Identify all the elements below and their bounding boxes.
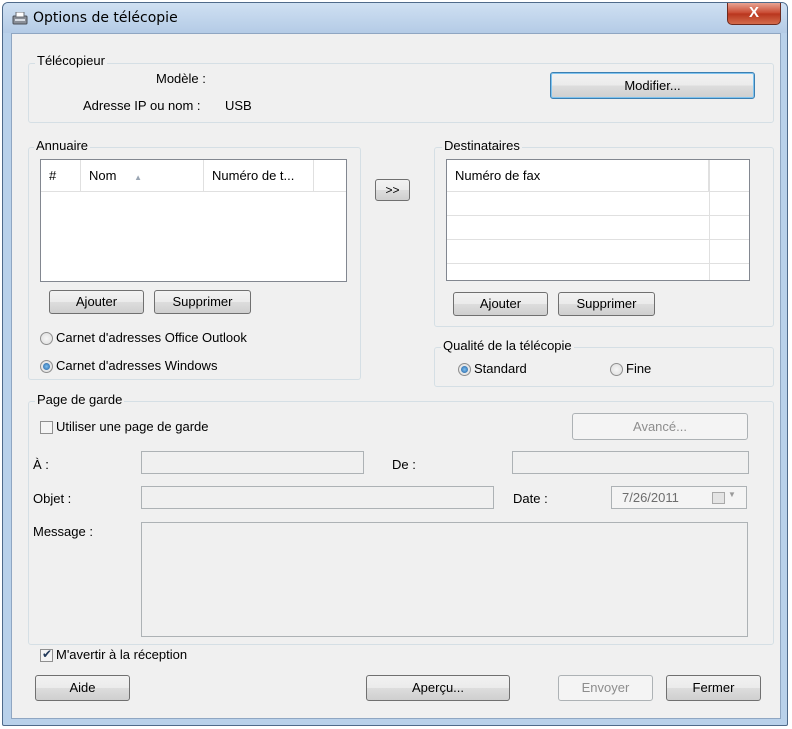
address-label: Adresse IP ou nom :: [83, 98, 201, 113]
row-line-2: [447, 215, 749, 216]
close-window-button[interactable]: X: [727, 3, 781, 25]
help-button[interactable]: Aide: [35, 675, 130, 701]
sort-ascending-icon: ▲: [134, 173, 142, 182]
radio-windows-label[interactable]: Carnet d'adresses Windows: [56, 358, 217, 373]
column-header-index[interactable]: #: [41, 160, 81, 191]
radio-fine-label[interactable]: Fine: [626, 361, 651, 376]
radio-windows-address-book[interactable]: [40, 360, 53, 373]
send-button[interactable]: Envoyer: [558, 675, 653, 701]
calendar-dropdown-icon[interactable]: [712, 492, 725, 504]
window-title: Options de télécopie: [33, 10, 178, 26]
address-book-list[interactable]: # Nom ▲ Numéro de t...: [40, 159, 347, 282]
column-divider: [709, 160, 710, 280]
address-value: USB: [225, 98, 252, 113]
subject-field[interactable]: [141, 486, 494, 509]
row-line-1: [447, 191, 749, 192]
telecopieur-legend: Télécopieur: [35, 53, 107, 68]
use-cover-page-checkbox[interactable]: [40, 421, 53, 434]
column-header-name[interactable]: Nom ▲: [81, 160, 204, 191]
quality-legend: Qualité de la télécopie: [441, 338, 574, 353]
radio-outlook-address-book[interactable]: [40, 332, 53, 345]
column-header-number[interactable]: Numéro de t...: [204, 160, 314, 191]
fax-options-window: Options de télécopie X Télécopieur Modèl…: [2, 2, 788, 726]
row-line-3: [447, 239, 749, 240]
radio-quality-fine[interactable]: [610, 363, 623, 376]
destinataires-legend: Destinataires: [442, 138, 522, 153]
dialog-body: Télécopieur Modèle : Adresse IP ou nom :…: [11, 33, 781, 719]
date-label: Date :: [513, 491, 548, 506]
notify-on-reception-label[interactable]: M'avertir à la réception: [56, 647, 187, 662]
column-header-name-label: Nom: [89, 168, 117, 183]
row-line-4: [447, 263, 749, 264]
radio-standard-label[interactable]: Standard: [474, 361, 527, 376]
radio-outlook-label[interactable]: Carnet d'adresses Office Outlook: [56, 330, 247, 345]
annuaire-legend: Annuaire: [34, 138, 91, 153]
close-icon: X: [748, 4, 759, 21]
message-label: Message :: [33, 524, 93, 539]
fax-icon: [12, 12, 28, 25]
from-label: De :: [392, 457, 416, 472]
to-label: À :: [33, 457, 49, 472]
message-field[interactable]: [141, 522, 748, 637]
model-label: Modèle :: [156, 71, 206, 86]
to-field[interactable]: [141, 451, 364, 474]
column-header-fax-number[interactable]: Numéro de fax: [447, 160, 709, 191]
use-cover-page-label[interactable]: Utiliser une page de garde: [56, 419, 209, 434]
preview-button[interactable]: Aperçu...: [366, 675, 510, 701]
recipients-list[interactable]: Numéro de fax: [446, 159, 750, 281]
notify-on-reception-checkbox[interactable]: [40, 647, 53, 662]
annuaire-add-button[interactable]: Ajouter: [49, 290, 144, 314]
header-divider: [41, 191, 346, 192]
date-picker[interactable]: 7/26/2011 ▼: [611, 486, 747, 509]
close-button[interactable]: Fermer: [666, 675, 761, 701]
annuaire-delete-button[interactable]: Supprimer: [154, 290, 251, 314]
from-field[interactable]: [512, 451, 749, 474]
radio-quality-standard[interactable]: [458, 363, 471, 376]
recipients-add-button[interactable]: Ajouter: [453, 292, 548, 316]
chevron-down-icon: ▼: [728, 490, 736, 499]
modify-button[interactable]: Modifier...: [550, 72, 755, 99]
date-value: 7/26/2011: [622, 490, 679, 505]
cover-page-legend: Page de garde: [35, 392, 125, 407]
recipients-delete-button[interactable]: Supprimer: [558, 292, 655, 316]
advanced-button[interactable]: Avancé...: [572, 413, 748, 440]
subject-label: Objet :: [33, 491, 72, 506]
title-bar[interactable]: Options de télécopie X: [3, 3, 787, 33]
add-to-recipients-button[interactable]: >>: [375, 179, 410, 201]
